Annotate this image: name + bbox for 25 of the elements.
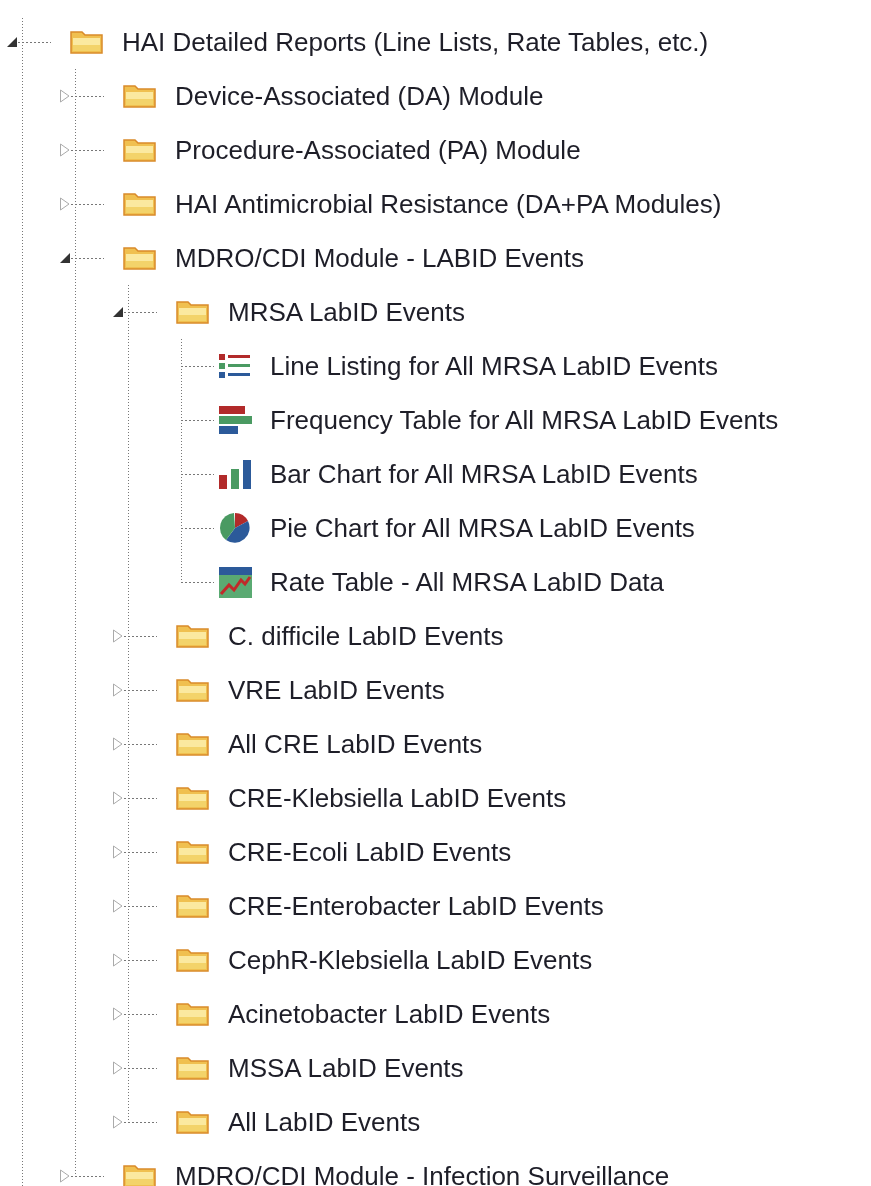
tree-item-label[interactable]: MRSA LabID Events [228, 296, 465, 328]
tree-item-label[interactable]: C. difficile LabID Events [228, 620, 504, 652]
tree-item-label[interactable]: CRE-Enterobacter LabID Events [228, 890, 604, 922]
tree-item-label[interactable]: Procedure-Associated (PA) Module [175, 134, 581, 166]
tree-item-label[interactable]: MDRO/CDI Module - Infection Surveillance [175, 1160, 670, 1186]
tree-item-label[interactable]: CephR-Klebsiella LabID Events [228, 944, 593, 976]
bar-chart-icon [217, 457, 254, 491]
tree-item-label[interactable]: All LabID Events [228, 1106, 421, 1138]
tree-item-label[interactable]: Frequency Table for All MRSA LabID Events [270, 404, 779, 436]
tree-item-label[interactable]: CRE-Klebsiella LabID Events [228, 782, 567, 814]
tree-item-label[interactable]: Pie Chart for All MRSA LabID Events [270, 512, 695, 544]
tree-item-label[interactable]: HAI Antimicrobial Resistance (DA+PA Modules) [175, 188, 722, 220]
line-chart-icon [217, 565, 254, 599]
tree-item-label[interactable]: Device-Associated (DA) Module [175, 80, 544, 112]
tree-item-label[interactable]: HAI Detailed Reports (Line Lists, Rate Tables, etc.) [122, 26, 709, 58]
tree-item-label[interactable]: Rate Table - All MRSA LabID Data [270, 566, 665, 598]
tree-item-label[interactable]: VRE LabID Events [228, 674, 445, 706]
tree-item-label[interactable]: Line Listing for All MRSA LabID Events [270, 350, 718, 382]
tree-item-label[interactable]: Acinetobacter LabID Events [228, 998, 551, 1030]
tree-item-label[interactable]: MDRO/CDI Module - LABID Events [175, 242, 584, 274]
tree-item-label[interactable]: Bar Chart for All MRSA LabID Events [270, 458, 698, 490]
tree-item-label[interactable]: All CRE LabID Events [228, 728, 483, 760]
tree-item-label[interactable]: MSSA LabID Events [228, 1052, 464, 1084]
tree-item-label[interactable]: CRE-Ecoli LabID Events [228, 836, 512, 868]
horizontal-bar-chart-icon [217, 403, 254, 437]
